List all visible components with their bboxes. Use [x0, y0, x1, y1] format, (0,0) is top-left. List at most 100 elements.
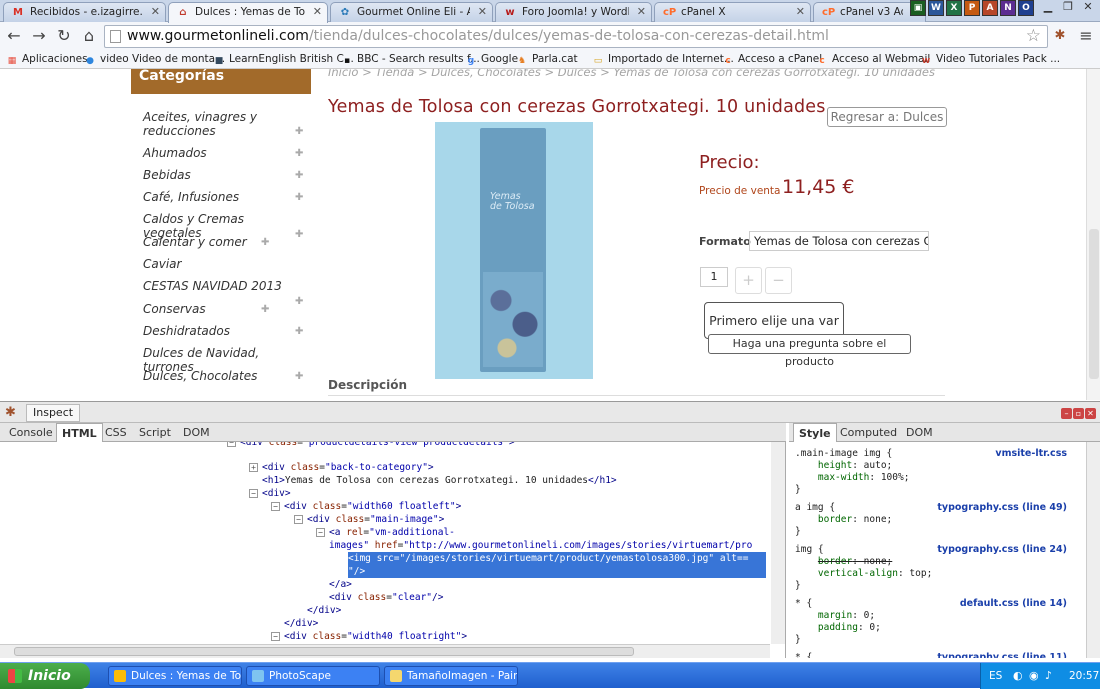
html-node[interactable]: <h1>Yemas de Tolosa con cerezas Gorrotxa… — [262, 474, 617, 487]
word-icon[interactable]: W — [928, 0, 944, 16]
scrollbar-thumb[interactable] — [1089, 229, 1099, 379]
html-node[interactable]: </div> — [284, 617, 318, 630]
powerpoint-icon[interactable]: P — [964, 0, 980, 16]
css-rule-line[interactable]: margin: 0; — [795, 610, 875, 622]
css-rule-line[interactable]: border: none; — [795, 514, 892, 526]
access-icon[interactable]: A — [982, 0, 998, 16]
close-icon[interactable]: ✕ — [1078, 0, 1098, 16]
address-bar[interactable]: www.gourmetonlineli.com/tienda/dulces-ch… — [104, 25, 1048, 48]
tab-style[interactable]: Style — [793, 423, 837, 442]
html-node[interactable]: <div class="width40 floatright"> — [284, 630, 467, 643]
expand-icon[interactable]: + — [249, 463, 258, 472]
speaker-icon[interactable]: ♪ — [1045, 663, 1052, 689]
category-item[interactable]: Caviar — [143, 257, 293, 271]
css-rule-line[interactable]: img { — [795, 544, 824, 556]
taskbar-item-browser[interactable]: Dulces : Yemas de Tol... — [108, 666, 242, 686]
css-rule-line[interactable]: * { — [795, 652, 812, 658]
back-to-category-button[interactable]: Regresar a: Dulces — [827, 107, 947, 127]
html-panel-scrollbar[interactable] — [771, 442, 785, 644]
category-item[interactable]: Conservas ✚ ✚ — [143, 296, 303, 316]
maximize-icon[interactable]: ❐ — [1058, 0, 1078, 16]
firebug-icon[interactable]: ✱ — [5, 405, 16, 420]
html-node[interactable]: </div> — [307, 604, 341, 617]
outlook-icon[interactable]: O — [1018, 0, 1034, 16]
css-rule-line[interactable]: * { — [795, 598, 812, 610]
tab-gmail[interactable]: M Recibidos - e.izagirre.a@gm ✕ — [3, 2, 166, 22]
collapse-icon[interactable]: − — [249, 489, 258, 498]
html-node[interactable]: <div> — [262, 487, 291, 500]
css-rule-line[interactable]: } — [795, 526, 801, 538]
quantity-minus-button[interactable]: − — [765, 267, 792, 294]
bookmark-item[interactable]: ● video Video de monta... — [84, 53, 225, 67]
close-icon[interactable]: ✕ — [1085, 408, 1096, 419]
language-indicator[interactable]: ES — [989, 663, 1002, 689]
html-node[interactable]: <a rel="vm-additional- — [329, 526, 455, 539]
tab-console[interactable]: Console — [4, 423, 58, 442]
html-node[interactable]: <div class="main-image"> — [307, 513, 444, 526]
css-rule-line[interactable]: height: auto; — [795, 460, 892, 472]
expand-icon[interactable]: ✚ — [295, 192, 303, 203]
category-item[interactable]: Bebidas ✚ — [143, 168, 303, 182]
close-icon[interactable]: ✕ — [313, 5, 322, 18]
bookmark-item[interactable]: ♞ Parla.cat — [516, 53, 578, 67]
tab-html[interactable]: HTML — [56, 423, 103, 442]
bookmark-item[interactable]: w Video Tutoriales Pack ... — [920, 53, 1060, 67]
bookmark-item[interactable]: ▦ Aplicaciones — [6, 53, 88, 67]
html-node[interactable]: <div class="width60 floatleft"> — [284, 500, 461, 513]
minimize-icon[interactable]: – — [1061, 408, 1072, 419]
category-item[interactable]: Deshidratados ✚ — [143, 324, 303, 338]
html-node[interactable]: <div class="back-to-category"> — [262, 461, 434, 474]
menu-icon[interactable]: ≡ — [1076, 26, 1096, 46]
ask-question-button[interactable]: Haga una pregunta sobre el producto — [708, 334, 911, 368]
clock[interactable]: 20:57 — [1069, 663, 1099, 689]
back-arrow-icon[interactable]: ← — [4, 26, 24, 46]
collapse-icon[interactable]: − — [227, 442, 236, 447]
scrollbar-thumb[interactable] — [14, 647, 634, 656]
selected-html-node[interactable]: "/> — [348, 565, 766, 578]
category-item[interactable]: Calentar y comer ✚ ✚ — [143, 229, 303, 249]
expand-icon[interactable]: ✚ — [295, 296, 303, 307]
html-node[interactable]: <div class="clear"/> — [329, 591, 443, 604]
excel-icon[interactable]: X — [946, 0, 962, 16]
bookmark-item[interactable]: ▪ BBC - Search results f... — [341, 53, 480, 67]
bookmark-item[interactable]: c Acceso al Webmail — [816, 53, 930, 67]
css-rule-line[interactable]: .main-image img { — [795, 448, 892, 460]
page-scrollbar[interactable] — [1086, 69, 1100, 400]
product-image[interactable]: Yemas de Tolosa — [435, 122, 593, 379]
firebug-icon[interactable]: ✱ — [1050, 26, 1070, 46]
style-panel-scrollbar[interactable] — [1086, 442, 1100, 658]
app-icon[interactable]: ▣ — [910, 0, 926, 16]
taskbar-item-photoscape[interactable]: PhotoScape — [246, 666, 380, 686]
close-icon[interactable]: ✕ — [796, 5, 805, 18]
bookmark-item[interactable]: ■ LearnEnglish British C... — [213, 53, 354, 67]
tab-dom[interactable]: DOM — [178, 423, 215, 442]
tab-side-dom[interactable]: DOM — [901, 423, 938, 442]
css-rule-line[interactable]: } — [795, 484, 801, 496]
css-rule-line[interactable]: vertical-align: top; — [795, 568, 932, 580]
category-item[interactable]: Ahumados ✚ — [143, 146, 303, 160]
bookmark-item[interactable]: c Acceso a cPanel — [722, 53, 822, 67]
onenote-icon[interactable]: N — [1000, 0, 1016, 16]
css-rule-line[interactable]: max-width: 100%; — [795, 472, 910, 484]
close-icon[interactable]: ✕ — [478, 5, 487, 18]
collapse-icon[interactable]: − — [271, 502, 280, 511]
expand-icon[interactable]: ✚ — [295, 148, 303, 159]
tab-gourmet-admin[interactable]: ✿ Gourmet Online Eli - Adminis ✕ — [330, 2, 493, 22]
home-icon[interactable]: ⌂ — [79, 26, 99, 46]
css-rule-line[interactable]: a img { — [795, 502, 835, 514]
selected-html-node[interactable]: <img src="/images/stories/virtuemart/pro… — [348, 552, 766, 565]
expand-icon[interactable]: ✚ — [295, 170, 303, 181]
tab-css[interactable]: CSS — [100, 423, 132, 442]
minimize-icon[interactable]: ▁ — [1038, 0, 1058, 16]
bookmark-item[interactable]: ▭ Importado de Internet... — [592, 53, 734, 67]
css-rule-line[interactable]: padding: 0; — [795, 622, 881, 634]
css-source-link[interactable]: default.css (line 14) — [960, 598, 1067, 609]
reload-icon[interactable]: ↻ — [54, 26, 74, 46]
expand-icon[interactable]: ✚ — [295, 326, 303, 337]
tab-dulces[interactable]: ⌂ Dulces : Yemas de Tolosa co ✕ — [168, 2, 328, 23]
category-item[interactable]: CESTAS NAVIDAD 2013 — [143, 279, 293, 293]
quantity-input[interactable]: 1 — [700, 267, 728, 287]
html-panel-hscrollbar[interactable] — [0, 644, 770, 658]
bookmark-star-icon[interactable]: ☆ — [1026, 26, 1041, 47]
html-tree-panel[interactable]: <div class="productdetails-view productd… — [0, 442, 786, 658]
